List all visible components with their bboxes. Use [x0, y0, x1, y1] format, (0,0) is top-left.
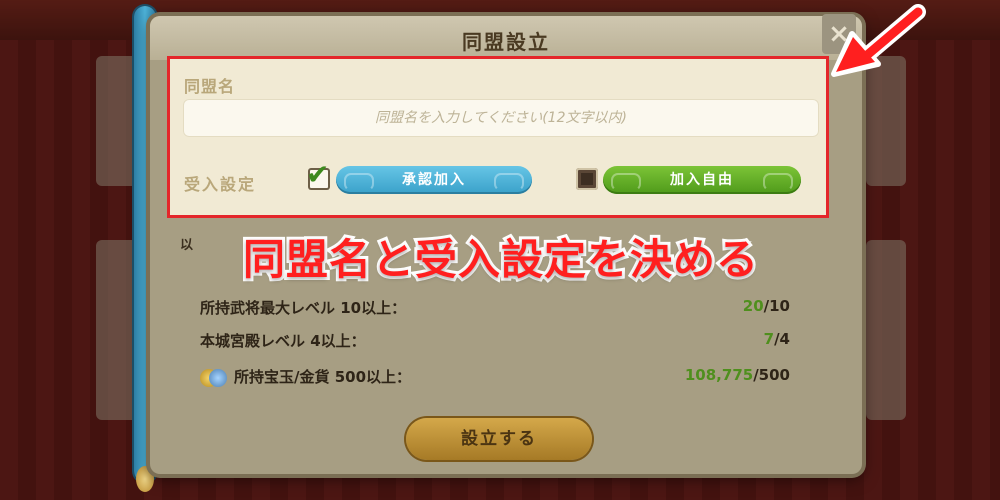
cloud-swirl-icon — [494, 173, 524, 191]
approval-join-label: 承認加入 — [402, 172, 466, 188]
found-alliance-button[interactable]: 設立する — [406, 418, 592, 460]
alliance-settings-form: 同盟名 受入設定 ✔ 承認加入 加入自由 — [167, 56, 829, 218]
cloud-swirl-icon — [611, 173, 641, 191]
free-join-label: 加入自由 — [670, 172, 734, 188]
alliance-name-label: 同盟名 — [184, 77, 236, 96]
check-icon: ✔ — [306, 158, 330, 191]
approval-checkbox[interactable]: ✔ — [306, 158, 330, 191]
requirement-value: 20/10 — [742, 297, 790, 315]
requirement-value: 7/4 — [763, 330, 790, 348]
dialog-title: 同盟設立 — [462, 30, 550, 54]
approval-join-option[interactable]: 承認加入 — [336, 166, 532, 194]
unchecked-box-icon — [581, 173, 593, 185]
requirement-label: 所持宝玉/金貨 500以上： — [234, 368, 412, 386]
requirement-label: 所持武将最大レベル 10以上： — [200, 299, 407, 317]
cloud-swirl-icon — [763, 173, 793, 191]
requirement-row: 本城宮殿レベル 4以上： 7/4 — [200, 330, 790, 351]
pointer-arrow-icon — [831, 4, 926, 77]
cloud-swirl-icon — [344, 173, 374, 191]
free-join-checkbox[interactable] — [576, 168, 598, 190]
requirement-label: 本城宮殿レベル 4以上： — [200, 332, 366, 350]
accept-setting-label: 受入設定 — [184, 175, 257, 194]
requirement-row: 所持宝玉/金貨 500以上： 108,775/500 — [200, 366, 790, 388]
requirement-value: 108,775/500 — [684, 366, 790, 384]
requirement-row: 所持武将最大レベル 10以上： 20/10 — [200, 297, 790, 318]
alliance-name-input[interactable] — [183, 99, 819, 137]
annotation-caption: 同盟名と受入設定を決める — [240, 232, 761, 287]
coin-gem-icon — [200, 368, 228, 388]
free-join-option[interactable]: 加入自由 — [603, 166, 801, 194]
requirements-header: 以 — [180, 238, 194, 253]
